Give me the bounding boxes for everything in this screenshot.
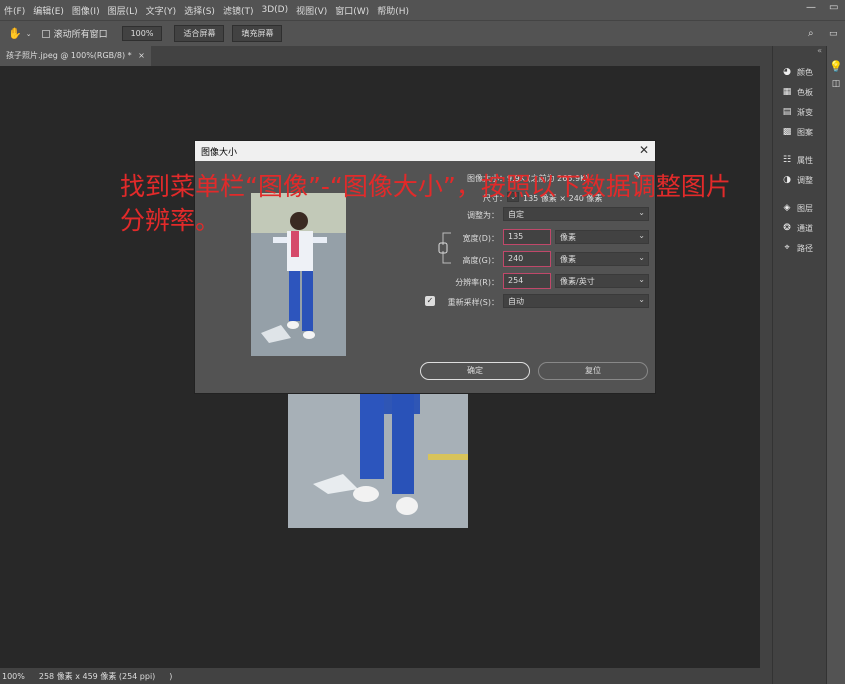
- panel-item-swatches[interactable]: ▦ 色板: [773, 82, 826, 102]
- document-tab[interactable]: 孩子照片.jpeg @ 100%(RGB/8) * ×: [0, 46, 151, 66]
- panel-group-separator: [773, 142, 826, 150]
- fit-screen-button[interactable]: 适合屏幕: [174, 25, 225, 42]
- options-bar: ✋ ⌄ 滚动所有窗口 100% 适合屏幕 填充屏幕 ⌕ ▭: [0, 20, 845, 46]
- hand-tool-icon[interactable]: ✋: [8, 27, 22, 40]
- close-icon[interactable]: ✕: [639, 143, 649, 157]
- adjustments-icon: ◑: [783, 175, 791, 185]
- search-icon[interactable]: ⌕: [808, 28, 814, 39]
- layers-icon: ◈: [783, 203, 791, 213]
- scroll-all-label: 滚动所有窗口: [53, 30, 108, 40]
- gradient-icon: ▤: [782, 107, 792, 117]
- status-arrow-icon[interactable]: ): [169, 672, 172, 681]
- menu-type[interactable]: 文字(Y): [142, 4, 181, 17]
- chevron-down-icon: ⌄: [638, 295, 645, 304]
- menu-filter[interactable]: 滤镜(T): [219, 4, 258, 17]
- ok-button[interactable]: 确定: [420, 362, 530, 380]
- status-info: 258 像素 x 459 像素 (254 ppi): [38, 671, 156, 681]
- panel-item-pattern[interactable]: ▩ 图案: [773, 122, 826, 142]
- learn-icon[interactable]: 💡: [827, 60, 845, 73]
- chevron-down-icon: ⌄: [638, 253, 645, 262]
- paths-icon: ⌖: [784, 243, 790, 253]
- document-image: [288, 394, 468, 528]
- panel-item-adjustments[interactable]: ◑ 调整: [773, 170, 826, 190]
- fill-screen-button[interactable]: 填充屏幕: [232, 25, 283, 42]
- reset-button[interactable]: 复位: [538, 362, 648, 380]
- panel-item-color[interactable]: ◕ 颜色: [773, 62, 826, 82]
- dialog-titlebar: 图像大小 ✕: [195, 141, 655, 161]
- resample-select[interactable]: 自动 ⌄: [503, 294, 649, 308]
- scroll-all-checkbox[interactable]: [41, 29, 50, 38]
- properties-icon: ☷: [782, 155, 792, 165]
- dialog-title: 图像大小: [201, 148, 238, 158]
- menu-help[interactable]: 帮助(H): [373, 4, 413, 17]
- menu-view[interactable]: 视图(V): [292, 4, 331, 17]
- zoom-field[interactable]: 100%: [121, 26, 163, 41]
- height-label: 高度(G)：: [462, 256, 499, 265]
- panel-item-paths[interactable]: ⌖ 路径: [773, 238, 826, 258]
- document-tab-title: 孩子照片.jpeg @ 100%(RGB/8) *: [6, 51, 132, 60]
- channels-icon: ❂: [783, 223, 791, 233]
- resolution-unit-select[interactable]: 像素/英寸 ⌄: [555, 274, 649, 288]
- child-photo-lower: [288, 394, 468, 528]
- right-panel-dock: « ◕ 颜色 ▦ 色板 ▤ 渐变 ▩ 图案 ☷ 属性 ◑ 调整 ◈ 图层 ❂ 通道 ⌖ 路径: [772, 46, 826, 684]
- panel-item-label: 属性: [797, 155, 813, 165]
- resolution-label: 分辨率(R)：: [455, 278, 499, 287]
- minimize-icon[interactable]: —: [806, 2, 816, 13]
- panel-item-gradient[interactable]: ▤ 渐变: [773, 102, 826, 122]
- height-unit-select[interactable]: 像素 ⌄: [555, 252, 649, 266]
- resolution-input[interactable]: 254: [503, 273, 551, 289]
- panel-item-label: 通道: [797, 223, 813, 233]
- far-right-dock: 💡 ◫: [826, 46, 845, 684]
- restore-icon[interactable]: ▭: [829, 2, 838, 13]
- close-tab-icon[interactable]: ×: [138, 51, 145, 60]
- menu-file[interactable]: 件(F): [0, 4, 29, 17]
- height-input[interactable]: 240: [503, 251, 551, 267]
- vertical-scrollbar[interactable]: [760, 66, 772, 668]
- color-icon: ◕: [783, 67, 791, 77]
- panel-item-channels[interactable]: ❂ 通道: [773, 218, 826, 238]
- panel-item-label: 色板: [797, 87, 813, 97]
- menu-select[interactable]: 选择(S): [180, 4, 219, 17]
- panel-item-label: 图案: [797, 127, 813, 137]
- status-bar: 100% 258 像素 x 459 像素 (254 ppi) ): [0, 668, 772, 684]
- collapse-panels-icon[interactable]: «: [773, 46, 826, 62]
- panel-item-label: 图层: [797, 203, 813, 213]
- panel-item-properties[interactable]: ☷ 属性: [773, 150, 826, 170]
- workspace-icon[interactable]: ▭: [829, 29, 838, 39]
- tab-bar: 孩子照片.jpeg @ 100%(RGB/8) * ×: [0, 46, 772, 66]
- panel-item-label: 调整: [797, 175, 813, 185]
- instruction-overlay-text: 找到菜单栏“图像”-“图像大小”，按照以下数据调整图片分辨率。: [120, 172, 731, 235]
- menu-bar: 件(F) 编辑(E) 图像(I) 图层(L) 文字(Y) 选择(S) 滤镜(T)…: [0, 0, 845, 20]
- swatches-icon: ▦: [782, 87, 792, 97]
- pattern-icon: ▩: [782, 127, 792, 137]
- panel-group-separator: [773, 190, 826, 198]
- status-zoom[interactable]: 100%: [2, 672, 25, 681]
- panel-item-label: 颜色: [797, 67, 813, 77]
- menu-edit[interactable]: 编辑(E): [29, 4, 68, 17]
- chevron-down-icon[interactable]: ⌄: [26, 30, 32, 38]
- panel-item-label: 路径: [797, 243, 813, 253]
- height-unit-value: 像素: [560, 255, 576, 264]
- resample-value: 自动: [508, 297, 524, 306]
- menu-layer[interactable]: 图层(L): [104, 4, 142, 17]
- panel-item-label: 渐变: [797, 107, 813, 117]
- menu-window[interactable]: 窗口(W): [331, 4, 373, 17]
- resample-label: 重新采样(S)：: [447, 298, 499, 307]
- resolution-unit-value: 像素/英寸: [560, 277, 595, 286]
- menu-3d[interactable]: 3D(D): [257, 5, 292, 15]
- panel-item-layers[interactable]: ◈ 图层: [773, 198, 826, 218]
- menu-image[interactable]: 图像(I): [68, 4, 104, 17]
- libraries-icon[interactable]: ◫: [827, 79, 845, 89]
- chevron-down-icon: ⌄: [638, 275, 645, 284]
